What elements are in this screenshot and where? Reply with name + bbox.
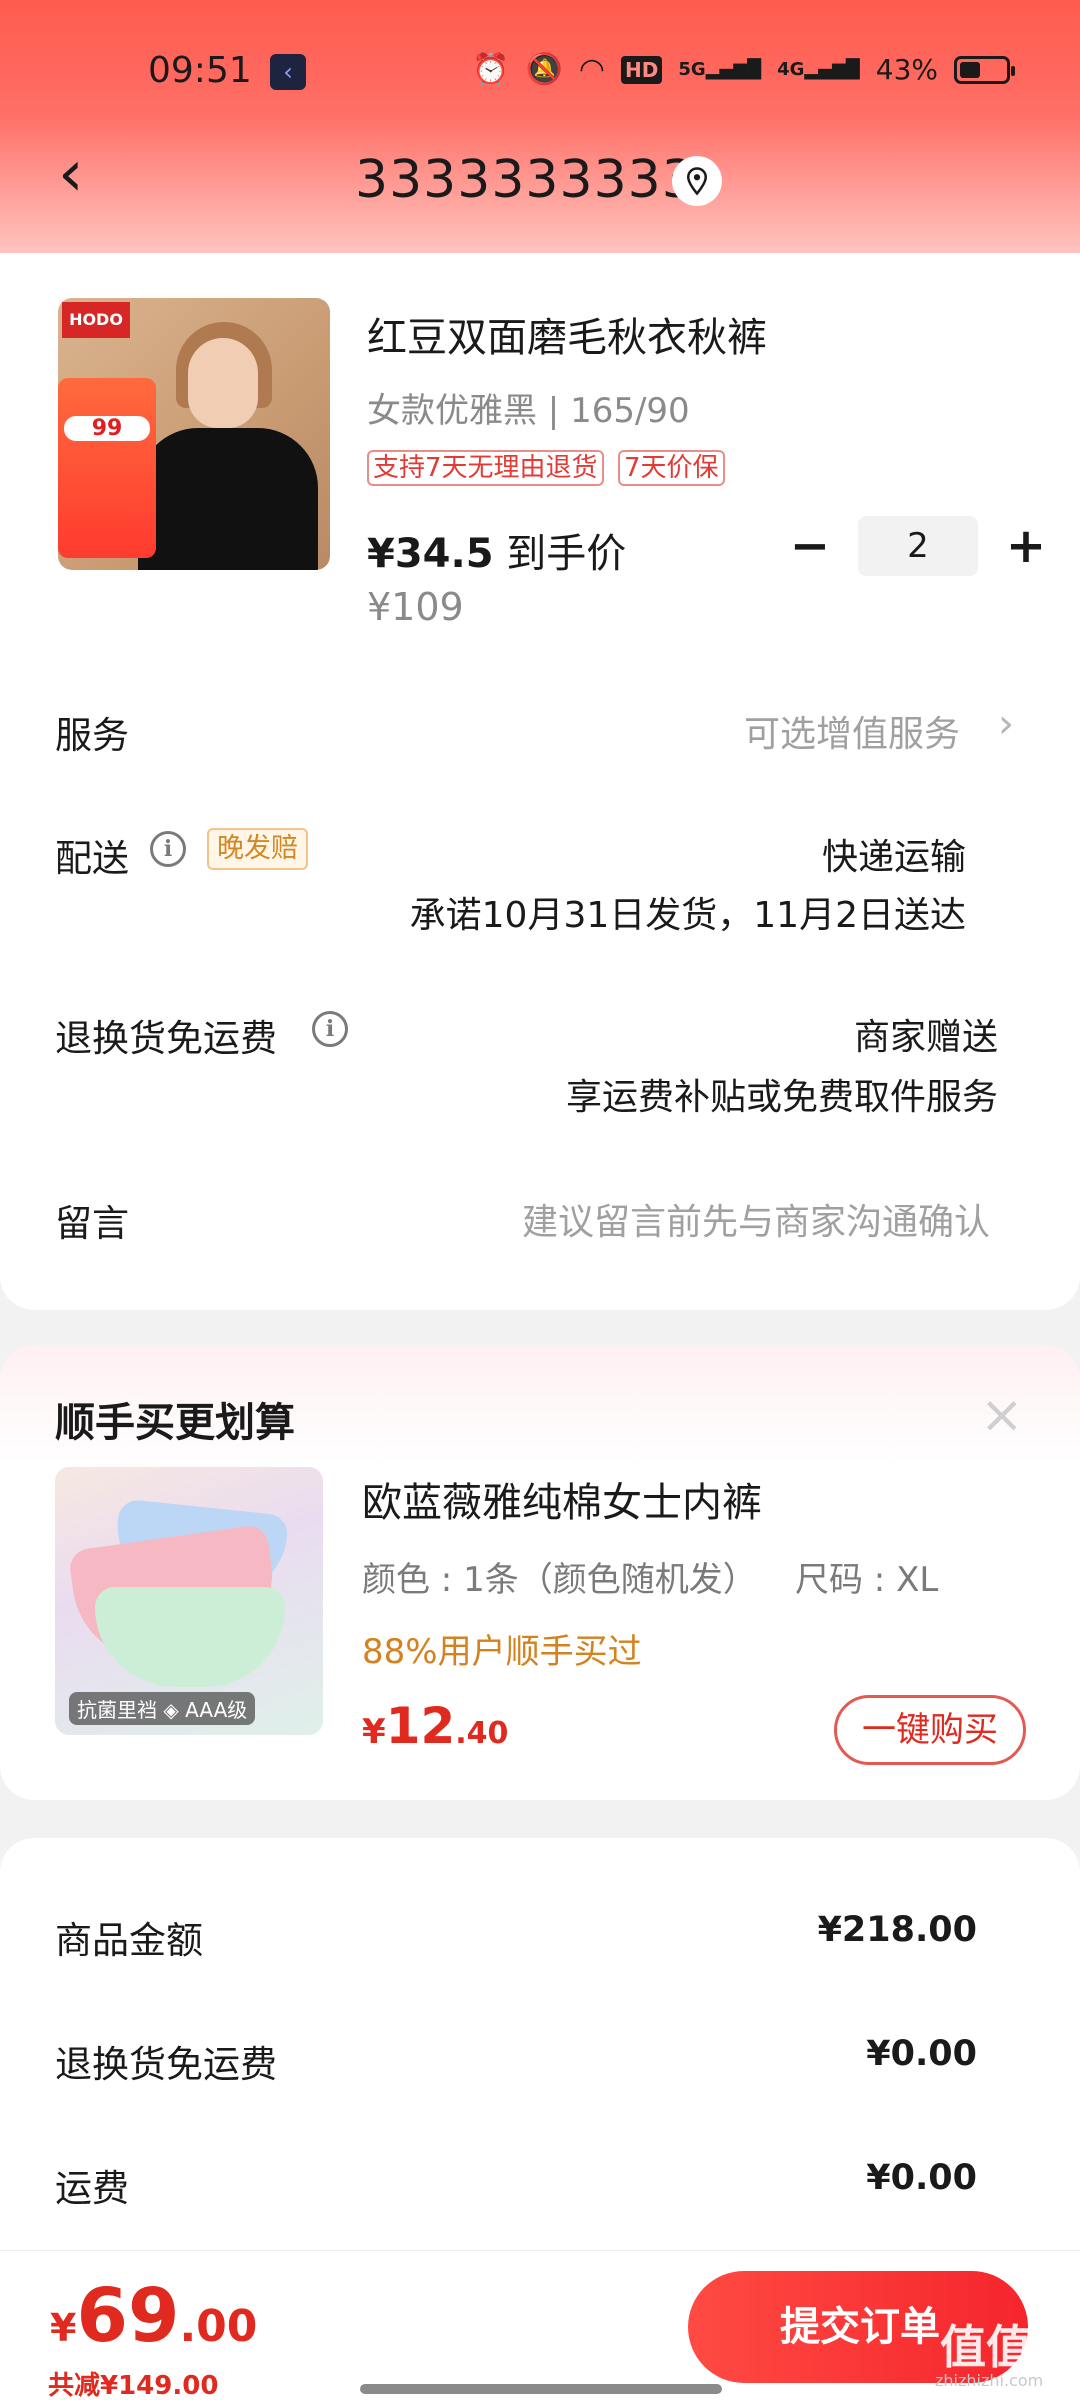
wifi-icon: ◠ [578,52,606,87]
signal-4g-icon: 4G▂▄▆█ [777,59,860,80]
upsell-size-spec: 尺码 : XL [795,1560,939,1600]
upsell-thumbnail[interactable]: 抗菌里裆 ◈ AAA级 [55,1467,323,1735]
total-saved: 共减¥149.00 [48,2371,219,2400]
alarm-icon: ⏰ [472,52,510,87]
app-notification-icon: ‹ [270,54,306,90]
summary-return-value: ¥0.00 [866,2034,977,2074]
one-click-buy-button[interactable]: 一键购买 [834,1695,1026,1765]
service-value[interactable]: 可选增值服务 [744,705,960,757]
watermark-url: zhizhizhi.com [935,2371,1044,2390]
battery-icon [954,55,1015,84]
upsell-name: 欧蓝薇雅纯棉女士内裤 [362,1480,762,1526]
delivery-promise: 承诺10月31日发货，11月2日送达 [409,895,966,936]
upsell-title: 顺手买更划算 [55,1400,295,1446]
upsell-card: 顺手买更划算 × 抗菌里裆 ◈ AAA级 欧蓝薇雅纯棉女士内裤 颜色 : 1条（… [0,1345,1080,1800]
return-policy-tag: 支持7天无理由退货 [367,450,604,486]
price-protect-tag: 7天价保 [618,450,725,486]
final-price: ¥34.5 到手价 [367,531,627,577]
service-label: 服务 [55,714,129,757]
original-price: ¥109 [367,585,464,629]
status-time: 09:51 [148,50,252,91]
total-price: ¥69.00 [50,2273,258,2359]
quantity-input[interactable]: 2 [858,516,978,576]
upsell-popularity: 88%用户顺手买过 [362,1632,642,1672]
minus-icon[interactable]: − [780,516,840,576]
battery-percent: 43% [875,53,938,86]
signal-5g-icon: 5G▂▄▆█ [678,59,762,80]
message-input[interactable]: 建议留言前先与商家沟通确认 [522,1193,990,1245]
close-icon[interactable]: × [980,1385,1024,1445]
delivery-method: 快递运输 [821,837,966,878]
status-bar: 09:51 ‹ ⏰ 🔕 ◠ HD 5G▂▄▆█ 4G▂▄▆█ 43% [0,0,1080,140]
plus-icon[interactable]: + [996,516,1056,576]
promo-badge: 99 [58,378,156,558]
brand-logo: HODO [62,302,130,338]
quantity-stepper: − 2 + [780,516,1056,576]
summary-goods-value: ¥218.00 [817,1910,977,1950]
return-shipping-value: 商家赠送 [853,1017,998,1058]
watermark-logo: 值值值 [940,2320,1078,2374]
location-pin-icon[interactable] [672,156,722,206]
delivery-label: 配送 [55,837,129,880]
checkout-bar: ¥69.00 共减¥149.00 提交订单 值值值 zhizhizhi.com [0,2250,1080,2400]
delivery-info-icon[interactable]: i [150,831,186,867]
service-chevron-icon[interactable]: › [998,701,1014,747]
summary-return-label: 退换货免运费 [55,2043,277,2086]
return-shipping-label: 退换货免运费 [55,1017,277,1060]
product-spec[interactable]: 女款优雅黑 | 165/90 [367,383,690,432]
header-background: 09:51 ‹ ⏰ 🔕 ◠ HD 5G▂▄▆█ 4G▂▄▆█ 43% ‹ 333… [0,0,1080,253]
page-title: 3333333333 [355,150,696,210]
mute-bell-icon: 🔕 [525,52,563,87]
upsell-price: ¥12.40 [362,1697,509,1755]
return-shipping-detail: 享运费补贴或免费取件服务 [565,1077,998,1118]
hd-icon: HD [621,55,663,84]
summary-shipping-label: 运费 [55,2167,129,2210]
summary-card: 商品金额 ¥218.00 退换货免运费 ¥0.00 运费 ¥0.00 [0,1838,1080,2258]
product-thumbnail[interactable]: HODO 99 [58,298,330,570]
product-title: 红豆双面磨毛秋衣秋裤 [367,315,767,361]
upsell-color-spec: 颜色 : 1条（颜色随机发） [362,1560,757,1600]
back-chevron-icon[interactable]: ‹ [58,142,84,206]
message-label: 留言 [55,1202,129,1245]
summary-goods-label: 商品金额 [55,1919,203,1962]
home-indicator[interactable] [360,2384,722,2394]
upsell-image-badge: 抗菌里裆 ◈ AAA级 [69,1692,256,1725]
late-compensation-tag: 晚发赔 [207,828,308,870]
status-icons: ⏰ 🔕 ◠ HD 5G▂▄▆█ 4G▂▄▆█ 43% [472,52,1015,87]
return-shipping-info-icon[interactable]: i [312,1011,348,1047]
summary-shipping-value: ¥0.00 [866,2158,977,2198]
order-card: HODO 99 红豆双面磨毛秋衣秋裤 女款优雅黑 | 165/90 支持7天无理… [0,253,1080,1310]
